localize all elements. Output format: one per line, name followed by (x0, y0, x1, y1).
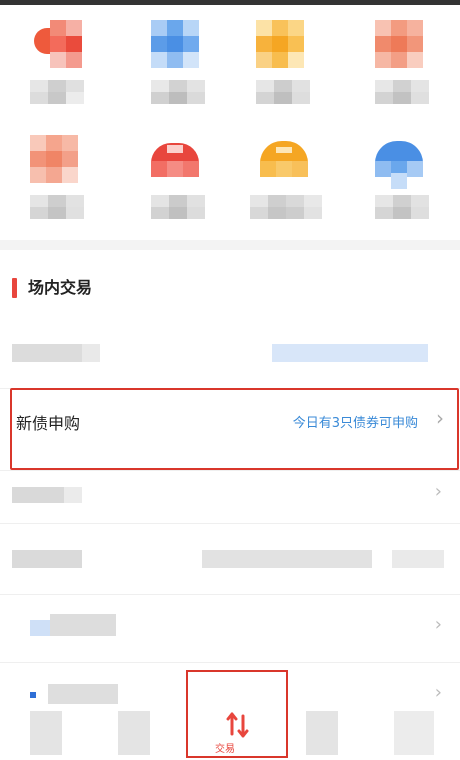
grid-item-label-blurred (375, 80, 429, 104)
list-item-icon-blurred (30, 620, 50, 636)
list-item-label-blurred (12, 487, 64, 503)
highlight-box (186, 670, 288, 758)
grid-item[interactable] (115, 5, 230, 120)
grid-item-label-blurred (256, 80, 310, 104)
app-icon (260, 135, 308, 183)
grid-item-label-blurred (30, 195, 84, 219)
list-item-value-blurred (272, 344, 428, 362)
grid-item[interactable] (230, 120, 345, 235)
grid-item[interactable] (345, 5, 460, 120)
grid-item-label-blurred (151, 80, 205, 104)
grid-item[interactable] (0, 5, 115, 120)
app-icon (30, 135, 78, 183)
app-icon (375, 20, 423, 68)
highlight-box (10, 388, 459, 470)
app-icon (375, 135, 423, 189)
app-icon (34, 20, 82, 68)
list-item-label-blurred (12, 550, 82, 568)
app-icon (151, 135, 199, 183)
nav-tab-blurred[interactable] (306, 711, 338, 755)
list-item[interactable] (0, 522, 460, 595)
chevron-right-icon: › (434, 481, 442, 502)
chevron-right-icon: › (434, 614, 442, 635)
app-icon-grid (0, 5, 460, 240)
grid-item[interactable] (115, 120, 230, 235)
list-item-label-blurred (50, 614, 116, 636)
grid-item[interactable] (0, 120, 115, 235)
section-separator (0, 240, 460, 250)
section-title: 场内交易 (28, 278, 93, 297)
grid-item[interactable] (230, 5, 345, 120)
list-item-label-blurred (48, 684, 118, 704)
chevron-right-icon: › (434, 682, 442, 703)
nav-tab-blurred[interactable] (394, 711, 434, 755)
grid-item-label-blurred (151, 195, 205, 219)
section-accent-bar (12, 278, 17, 298)
grid-item-label-blurred (250, 195, 322, 219)
list-item[interactable] (0, 318, 460, 389)
list-item[interactable]: › (0, 470, 460, 524)
list-item[interactable]: › (0, 594, 460, 663)
app-icon (151, 20, 199, 68)
list-item-bullet (30, 692, 36, 698)
grid-item-label-blurred (375, 195, 429, 219)
grid-item-label-blurred (30, 80, 84, 104)
app-icon (256, 20, 304, 68)
list-item-label-blurred (12, 344, 82, 362)
nav-tab-blurred[interactable] (30, 711, 62, 755)
grid-item[interactable] (345, 120, 460, 235)
list-item-value-blurred (202, 550, 372, 568)
nav-tab-blurred[interactable] (118, 711, 150, 755)
